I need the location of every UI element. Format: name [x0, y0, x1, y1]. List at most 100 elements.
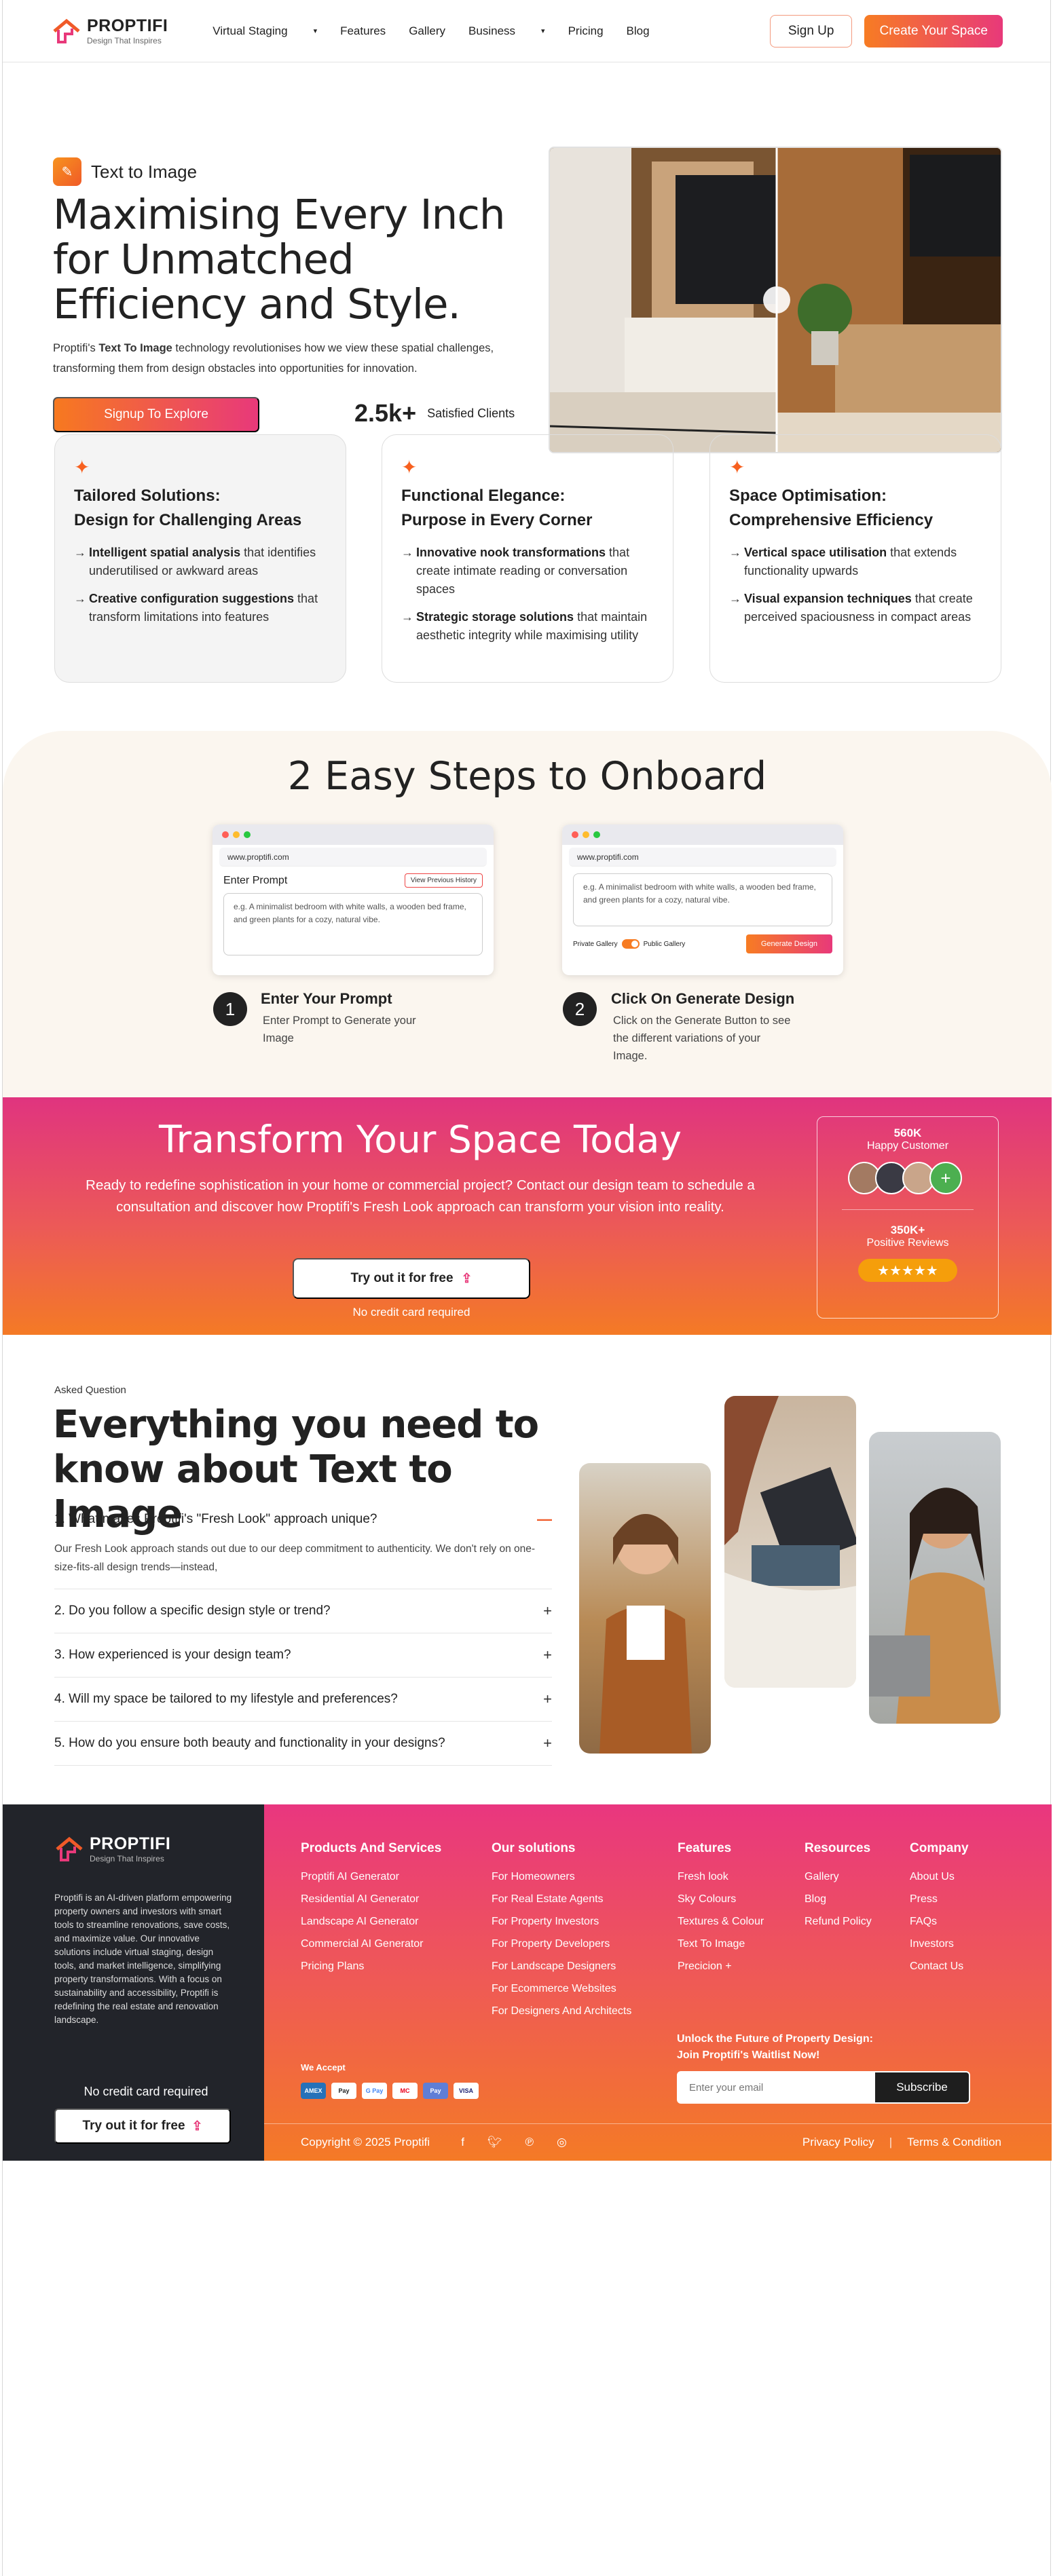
gallery-toggle[interactable]: [621, 939, 640, 949]
footer-link[interactable]: For Property Developers: [492, 1938, 631, 1950]
faq-item[interactable]: 3. How experienced is your design team? …: [54, 1633, 552, 1678]
nav-item-blog[interactable]: Blog: [627, 24, 650, 38]
before-after-comparison[interactable]: [549, 147, 1002, 453]
woman-laptop-photo: [579, 1463, 711, 1754]
create-space-button[interactable]: Create Your Space: [864, 14, 1003, 48]
divider: |: [889, 2136, 893, 2148]
footer-link[interactable]: For Landscape Designers: [492, 1961, 631, 1973]
customers-number: 560K: [893, 1126, 922, 1139]
upload-icon: ⇪: [191, 2119, 203, 2134]
try-free-button[interactable]: Try out it for free ⇪: [293, 1258, 530, 1299]
nav-item-virtual-staging[interactable]: Virtual Staging ▾: [213, 24, 317, 38]
feature-item-bold: Visual expansion techniques: [744, 592, 912, 605]
email-field[interactable]: [678, 2081, 875, 2094]
logo-icon: [56, 1836, 83, 1861]
logo-icon: [53, 18, 80, 43]
feature-item-bold: Intelligent spatial analysis: [89, 546, 241, 559]
prompt-textarea[interactable]: e.g. A minimalist bedroom with white wal…: [573, 873, 832, 926]
footer-link[interactable]: Landscape AI Generator: [301, 1916, 441, 1928]
footer-link[interactable]: Proptifi AI Generator: [301, 1871, 441, 1883]
logo[interactable]: PROPTIFI Design That Inspires: [52, 17, 168, 45]
footer-link[interactable]: Refund Policy: [805, 1916, 872, 1928]
plus-icon[interactable]: +: [543, 1646, 552, 1664]
generate-design-button[interactable]: Generate Design: [745, 934, 832, 953]
instagram-icon[interactable]: ◎: [557, 2136, 567, 2149]
sparkle-icon: ✦: [729, 457, 745, 478]
minus-icon[interactable]: —: [537, 1511, 552, 1528]
faq-section: Asked Question Everything you need to kn…: [3, 1335, 1052, 1804]
footer-logo[interactable]: PROPTIFI Design That Inspires: [54, 1836, 170, 1863]
footer-link[interactable]: Press: [910, 1893, 969, 1906]
faq-answer: Our Fresh Look approach stands out due t…: [54, 1543, 536, 1573]
signup-explore-button[interactable]: Signup To Explore: [53, 397, 259, 432]
feature-title: Tailored Solutions: Design for Challengin…: [74, 484, 327, 533]
feature-item-bold: Strategic storage solutions: [416, 610, 574, 624]
feature-item-bold: Vertical space utilisation: [744, 546, 887, 559]
footer-link[interactable]: Residential AI Generator: [301, 1893, 441, 1906]
facebook-icon[interactable]: f: [461, 2136, 464, 2149]
main-nav: Virtual Staging ▾ Features Gallery Busin…: [213, 24, 649, 38]
faq-item[interactable]: 4. Will my space be tailored to my lifes…: [54, 1678, 552, 1722]
faq-question: 2. Do you follow a specific design style…: [54, 1604, 331, 1618]
plus-icon[interactable]: +: [543, 1735, 552, 1752]
step1-browser-mock: www.proptifi.com Enter Prompt View Previ…: [213, 825, 494, 975]
hero-description: Proptifi's Text To Image technology revo…: [53, 338, 542, 379]
footer-link[interactable]: Investors: [910, 1938, 969, 1950]
feature-title: Functional Elegance: Purpose in Every Cor…: [401, 484, 654, 533]
twitter-icon[interactable]: 🐦︎: [487, 2136, 502, 2149]
footer-link[interactable]: For Designers And Architects: [492, 2005, 631, 2018]
feature-title-line2: Comprehensive Efficiency: [729, 511, 934, 529]
laptop-work-photo: [724, 1396, 856, 1688]
stat-number: 2.5k+: [354, 399, 417, 427]
feature-item: Intelligent spatial analysis that identi…: [74, 544, 327, 580]
try-free-label: Try out it for free: [350, 1271, 454, 1285]
footer-link[interactable]: Textures & Colour: [678, 1916, 764, 1928]
subscribe-button[interactable]: Subscribe: [875, 2072, 969, 2102]
faq-item[interactable]: 5. How do you ensure both beauty and fun…: [54, 1722, 552, 1766]
footer-link[interactable]: Commercial AI Generator: [301, 1938, 441, 1950]
before-after-image: [550, 148, 1001, 452]
footer-try-free-button[interactable]: Try out it for free ⇪: [54, 2108, 231, 2144]
waitlist-line2: Join Proptifi's Waitlist Now!: [677, 2049, 820, 2061]
privacy-policy-link[interactable]: Privacy Policy: [802, 2136, 874, 2149]
girl-laptop-photo: [869, 1432, 1001, 1724]
footer-link[interactable]: Contact Us: [910, 1961, 969, 1973]
nav-label: Business: [468, 24, 516, 37]
sign-up-button[interactable]: Sign Up: [769, 14, 853, 48]
footer-link[interactable]: For Homeowners: [492, 1871, 631, 1883]
footer-brand-panel: PROPTIFI Design That Inspires Proptifi i…: [3, 1804, 264, 2161]
nav-item-business[interactable]: Business ▾: [468, 24, 545, 38]
footer-link[interactable]: For Ecommerce Websites: [492, 1983, 631, 1995]
plus-icon[interactable]: +: [543, 1602, 552, 1620]
footer-link[interactable]: Precicion +: [678, 1961, 764, 1973]
faq-item-open[interactable]: 1. What makes Proptifi's "Fresh Look" ap…: [54, 1503, 552, 1589]
feature-item: Visual expansion techniques that create …: [729, 590, 982, 626]
footer-link[interactable]: FAQs: [910, 1916, 969, 1928]
step1-description: Enter Prompt to Generate your Image: [263, 1015, 416, 1044]
transform-title: Transform Your Space Today: [158, 1118, 682, 1161]
footer-link[interactable]: For Property Investors: [492, 1916, 631, 1928]
footer-link[interactable]: About Us: [910, 1871, 969, 1883]
visa-icon: VISA: [454, 2083, 479, 2099]
nav-item-pricing[interactable]: Pricing: [568, 24, 604, 38]
terms-link[interactable]: Terms & Condition: [907, 2136, 1001, 2149]
footer-link[interactable]: Blog: [805, 1893, 872, 1906]
hero-desc-prefix: Proptifi's: [53, 342, 99, 354]
footer-link[interactable]: Fresh look: [678, 1871, 764, 1883]
plus-icon[interactable]: +: [543, 1690, 552, 1708]
pinterest-icon[interactable]: ℗: [525, 2136, 534, 2149]
footer-link[interactable]: For Real Estate Agents: [492, 1893, 631, 1906]
feature-item: Creative configuration suggestions that …: [74, 590, 327, 626]
nav-item-features[interactable]: Features: [340, 24, 386, 38]
public-gallery-label: Public Gallery: [643, 940, 686, 948]
footer-bottom-bar: Copyright © 2025 Proptifi f 🐦︎ ℗ ◎ Priva…: [264, 2123, 1052, 2161]
footer-link[interactable]: Gallery: [805, 1871, 872, 1883]
faq-item[interactable]: 2. Do you follow a specific design style…: [54, 1589, 552, 1633]
footer-link[interactable]: Pricing Plans: [301, 1961, 441, 1973]
prompt-textarea[interactable]: e.g. A minimalist bedroom with white wal…: [223, 893, 483, 955]
footer-link[interactable]: Sky Colours: [678, 1893, 764, 1906]
footer-link[interactable]: Text To Image: [678, 1938, 764, 1950]
view-history-button[interactable]: View Previous History: [404, 873, 483, 888]
step1-title: Enter Your Prompt: [261, 990, 392, 1007]
nav-item-gallery[interactable]: Gallery: [409, 24, 445, 38]
